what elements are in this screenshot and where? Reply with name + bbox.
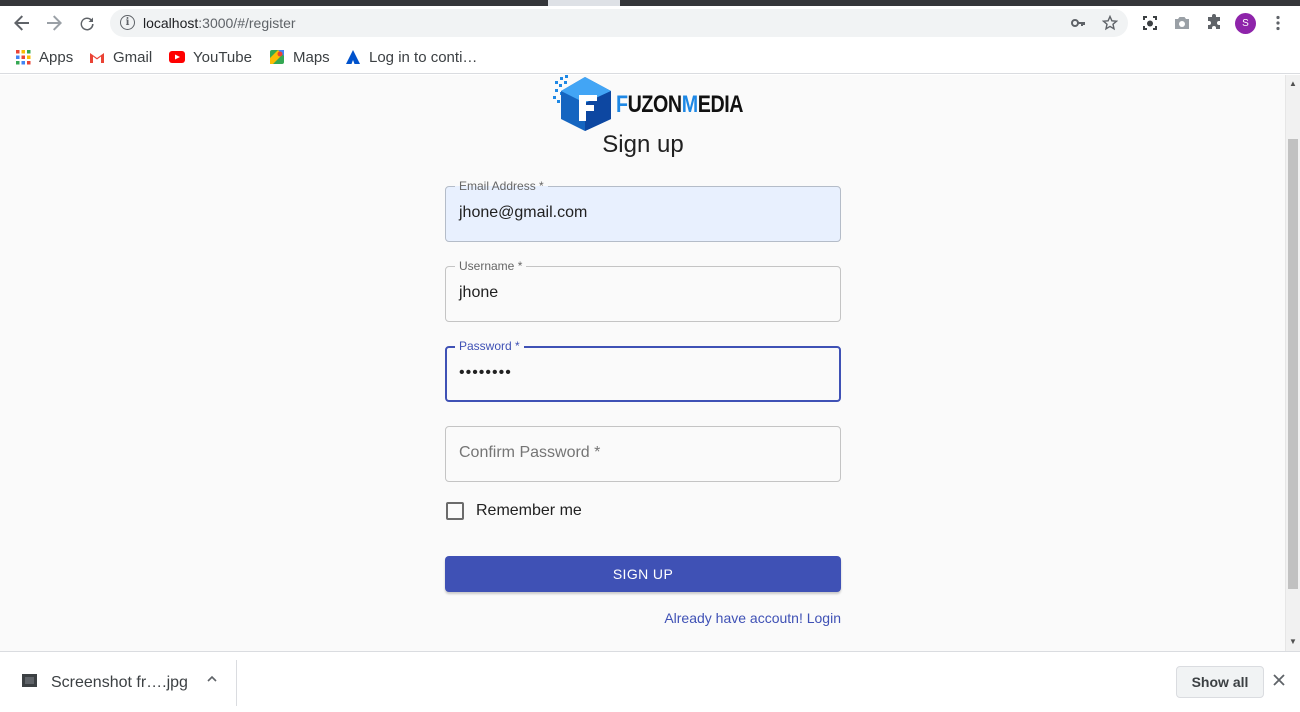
arrow-right-icon: [47, 15, 62, 31]
username-field[interactable]: Username * jhone: [445, 259, 841, 322]
scroll-down-icon[interactable]: ▼: [1289, 637, 1297, 646]
youtube-icon: [169, 49, 185, 65]
chevron-up-icon[interactable]: [206, 672, 218, 688]
password-field[interactable]: Password * ••••••••: [445, 339, 841, 402]
sign-up-button[interactable]: SIGN UP: [445, 556, 841, 592]
checkbox-box[interactable]: [446, 502, 464, 520]
star-icon[interactable]: [1100, 13, 1120, 33]
brand-name: UZON: [627, 91, 683, 118]
back-button[interactable]: [9, 10, 35, 36]
username-value[interactable]: jhone: [459, 284, 498, 302]
gmail-icon: [89, 49, 105, 65]
profile-avatar[interactable]: S: [1235, 13, 1256, 34]
site-info-icon[interactable]: i: [120, 15, 135, 30]
puzzle-icon: [1208, 14, 1220, 29]
url-text[interactable]: localhost:3000/#/register: [143, 15, 296, 31]
browser-toolbar: i localhost:3000/#/register S: [0, 6, 1300, 40]
address-bar[interactable]: i localhost:3000/#/register: [110, 9, 1128, 37]
reload-icon: [80, 17, 94, 31]
url-host: localhost: [143, 15, 199, 31]
bookmark-label: Apps: [39, 48, 74, 66]
bookmark-label: Log in to conti…: [369, 48, 478, 66]
show-all-button[interactable]: Show all: [1176, 666, 1264, 698]
page-title: Sign up: [602, 131, 684, 158]
apps-grid-icon: [15, 49, 31, 65]
remember-me-checkbox[interactable]: Remember me: [445, 499, 582, 523]
extensions-button[interactable]: [1201, 10, 1227, 36]
bookmark-apps[interactable]: Apps: [15, 47, 73, 67]
close-icon[interactable]: [1272, 671, 1286, 692]
bookmark-label: YouTube: [193, 48, 252, 66]
download-shelf: Screenshot fr….jpg Show all: [0, 651, 1300, 712]
login-link[interactable]: Already have accoutn! Login: [664, 610, 841, 626]
bookmarks-bar: Apps Gmail YouTube Maps Log in to conti…: [0, 40, 1300, 74]
username-label: Username *: [455, 259, 527, 273]
password-label: Password *: [455, 339, 524, 353]
scroll-up-icon[interactable]: ▲: [1289, 79, 1297, 88]
confirm-password-field[interactable]: Confirm Password *: [445, 426, 841, 482]
camera-button[interactable]: [1169, 10, 1195, 36]
download-file-name[interactable]: Screenshot fr….jpg: [51, 674, 188, 692]
vertical-scrollbar[interactable]: ▲ ▼: [1285, 75, 1300, 651]
confirm-password-placeholder: Confirm Password *: [459, 444, 601, 461]
bookmark-label: Gmail: [113, 48, 153, 66]
camera-icon: [1175, 17, 1189, 29]
bookmark-youtube[interactable]: YouTube: [169, 47, 252, 67]
page-content: FUZONMEDIA Sign up Email Address * jhone…: [0, 75, 1285, 651]
more-vert-icon: [1276, 15, 1280, 31]
scrollbar-thumb[interactable]: [1288, 139, 1298, 589]
atlassian-icon: [345, 49, 361, 65]
email-value[interactable]: jhone@gmail.com: [459, 204, 587, 222]
arrow-left-icon: [14, 15, 29, 31]
key-icon[interactable]: [1068, 13, 1088, 33]
bookmark-gmail[interactable]: Gmail: [89, 47, 152, 67]
bookmark-label: Maps: [293, 48, 330, 66]
reload-button[interactable]: [74, 10, 100, 36]
bookmark-atlassian[interactable]: Log in to conti…: [345, 47, 477, 67]
maps-icon: [269, 49, 285, 65]
brand-wordmark: FUZONMEDIA: [616, 91, 744, 118]
forward-button[interactable]: [41, 10, 67, 36]
url-path: :3000/#/register: [198, 15, 296, 31]
email-field[interactable]: Email Address * jhone@gmail.com: [445, 179, 841, 242]
image-file-icon: [22, 674, 37, 687]
menu-button[interactable]: [1265, 10, 1291, 36]
password-value[interactable]: ••••••••: [459, 364, 512, 382]
remember-me-label: Remember me: [476, 502, 582, 519]
email-label: Email Address *: [455, 179, 548, 193]
bookmark-maps[interactable]: Maps: [269, 47, 330, 67]
download-item[interactable]: Screenshot fr….jpg: [0, 660, 237, 706]
screen-capture-button[interactable]: [1137, 10, 1163, 36]
screen-capture-icon: [1143, 16, 1157, 30]
